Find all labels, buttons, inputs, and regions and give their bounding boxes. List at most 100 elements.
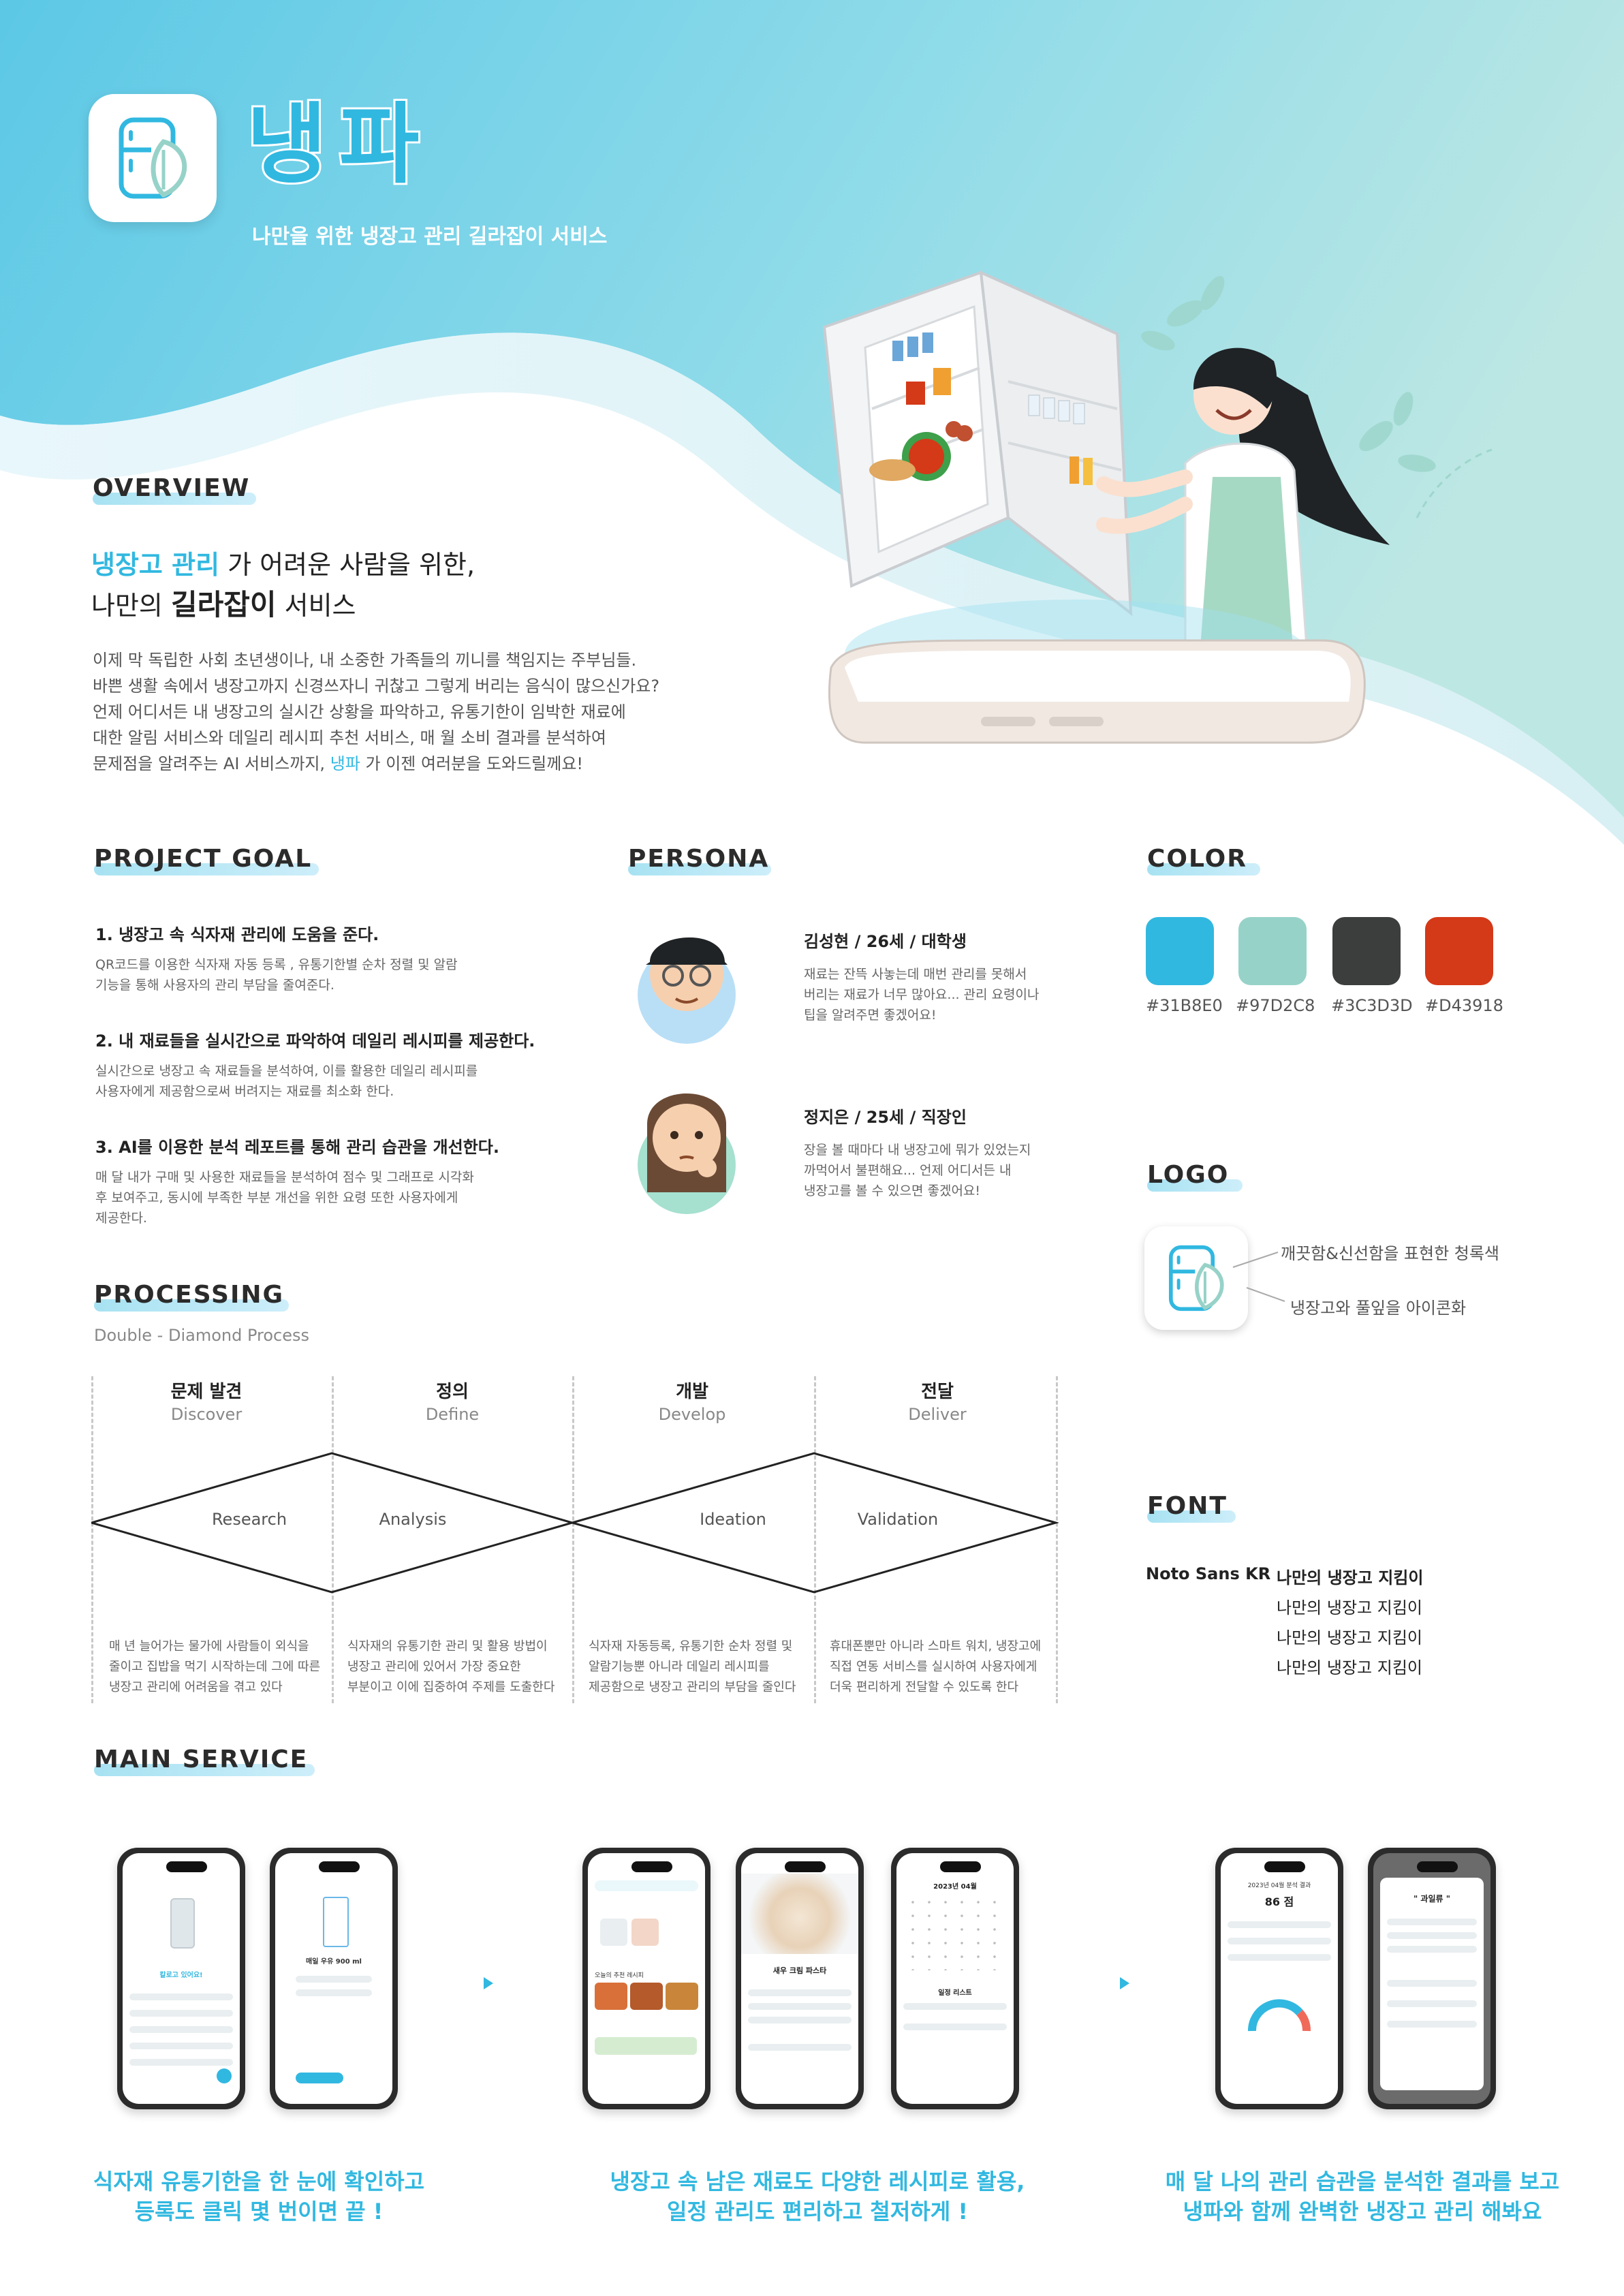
persona-avatar-2 bbox=[632, 1063, 741, 1226]
popup-row bbox=[1387, 1980, 1477, 1987]
play-arrow-icon bbox=[1120, 1977, 1129, 1989]
phone-notch bbox=[319, 1861, 360, 1872]
color-swatch-dark bbox=[1332, 917, 1401, 985]
phone-mockup-calendar: 2023년 04월 일정 리스트 bbox=[891, 1848, 1019, 2109]
caption-line: 매 달 나의 관리 습관을 분석한 결과를 보고 bbox=[1165, 2169, 1560, 2194]
popup-row bbox=[1387, 2000, 1477, 2007]
headline2-prefix: 나만의 bbox=[91, 591, 171, 621]
section-label: 오늘의 추천 레시피 bbox=[595, 1972, 644, 1979]
process-desc-line: 줄이고 집밥을 먹기 시작하는데 그에 따른 bbox=[109, 1660, 321, 1674]
add-fab[interactable] bbox=[217, 2068, 232, 2083]
diamond-label-research: Research bbox=[211, 1510, 287, 1529]
diamond-label-ideation: Ideation bbox=[700, 1510, 766, 1529]
overview-body-line: 이제 막 독립한 사회 초년생이나, 내 소중한 가족들의 끼니를 책임지는 주… bbox=[93, 651, 637, 670]
recipe-row bbox=[748, 2044, 852, 2051]
logo-title-text: LOGO bbox=[1147, 1161, 1230, 1189]
schedule-row bbox=[903, 2003, 1007, 2010]
popup-title: " 과일류 " bbox=[1414, 1894, 1450, 1904]
home-header-bar bbox=[595, 1880, 698, 1891]
service-caption: 식자재 유통기한을 한 눈에 확인하고 등록도 클릭 몇 번이면 끝 ! bbox=[82, 2167, 436, 2227]
phone-mockup-recipe: 새우 크림 파스타 bbox=[736, 1848, 864, 2109]
persona-line: 냉장고를 볼 수 있으면 좋겠어요! bbox=[804, 1183, 981, 1198]
process-description: 매 년 늘어가는 물가에 사람들이 외식을 줄이고 집밥을 먹기 시작하는데 그… bbox=[109, 1636, 327, 1698]
avatar-female-icon bbox=[638, 1093, 736, 1214]
persona-name: 정지은 / 25세 / 직장인 bbox=[804, 1108, 967, 1127]
caption-line: 식자재 유통기한을 한 눈에 확인하고 bbox=[93, 2169, 425, 2194]
persona-title-text: PERSONA bbox=[628, 845, 770, 873]
detail-row bbox=[296, 1976, 372, 1983]
font-sample-regular: 나만의 냉장고 지킴이 bbox=[1277, 1628, 1422, 1647]
fridge-icon bbox=[170, 1898, 195, 1949]
persona-card: 김성현 / 26세 / 대학생 재료는 잔뜩 사놓는데 매번 관리를 못해서 버… bbox=[804, 928, 1076, 1025]
overview-headline: 냉장고 관리 가 어려운 사람을 위한, bbox=[91, 544, 475, 581]
food-thumb bbox=[631, 1919, 659, 1946]
process-description: 휴대폰뿐만 아니라 스마트 워치, 냉장고에 직접 연동 서비스를 실시하여 사… bbox=[830, 1636, 1048, 1698]
recipe-row bbox=[748, 2003, 852, 2010]
popup-row bbox=[1387, 1932, 1477, 1939]
food-thumb bbox=[600, 1919, 627, 1946]
overview-title: OVERVIEW bbox=[93, 474, 256, 505]
service-caption: 매 달 나의 관리 습관을 분석한 결과를 보고 냉파와 함께 완벽한 냉장고 … bbox=[1158, 2167, 1567, 2227]
headline2-strong: 길라잡이 bbox=[170, 588, 277, 621]
color-swatch-blue bbox=[1146, 917, 1214, 985]
recipe-thumb bbox=[630, 1983, 663, 2010]
register-button[interactable] bbox=[296, 2073, 343, 2083]
persona-avatar-1 bbox=[632, 899, 741, 1056]
process-desc-line: 알람기능뿐 아니라 데일리 레시피를 bbox=[589, 1660, 770, 1674]
stage-title-ko: 전달 bbox=[921, 1382, 954, 1402]
stage-title-ko: 문제 발견 bbox=[170, 1382, 243, 1402]
item-name: 매일 우유 900 ml bbox=[306, 1958, 362, 1966]
persona-line: 재료는 잔뜩 사놓는데 매번 관리를 못해서 bbox=[804, 967, 1027, 982]
phone-mockup-report: 2023년 04월 분석 결과 86 점 bbox=[1215, 1848, 1343, 2109]
headline2-suffix: 서비스 bbox=[276, 591, 356, 621]
phone-notch bbox=[1417, 1861, 1458, 1872]
report-score: 86 점 bbox=[1264, 1895, 1294, 1908]
stage-title-en: Develop bbox=[658, 1405, 726, 1424]
calendar-month: 2023년 04월 bbox=[933, 1883, 977, 1891]
persona-card: 정지은 / 25세 / 직장인 장을 볼 때마다 내 냉장고에 뭐가 있었는지 … bbox=[804, 1104, 1076, 1201]
color-title: COLOR bbox=[1147, 845, 1260, 875]
stage-title-en: Define bbox=[425, 1405, 480, 1424]
popup-card: " 과일류 " bbox=[1380, 1878, 1484, 2090]
color-hex-label: #D43918 bbox=[1425, 996, 1503, 1015]
color-title-text: COLOR bbox=[1147, 845, 1248, 873]
list-row bbox=[129, 2010, 233, 2017]
process-desc-line: 부분이고 이에 집중하여 주제를 도출한다 bbox=[347, 1680, 555, 1694]
overview-body-line: 바쁜 생활 속에서 냉장고까지 신경쓰자니 귀찮고 그렇게 버리는 음식이 많으… bbox=[93, 677, 660, 696]
process-desc-line: 휴대폰뿐만 아니라 스마트 워치, 냉장고에 bbox=[830, 1639, 1042, 1654]
veg-thumb bbox=[595, 2037, 697, 2055]
headline-accent: 냉장고 관리 bbox=[91, 550, 220, 580]
brand-name: 냉파 bbox=[245, 92, 432, 198]
list-row bbox=[129, 1994, 233, 2000]
color-hex-label: #3C3D3D bbox=[1331, 996, 1413, 1015]
list-row bbox=[129, 2059, 233, 2066]
schedule-label: 일정 리스트 bbox=[938, 1989, 972, 1997]
caption-line: 냉파와 함께 완벽한 냉장고 관리 해봐요 bbox=[1183, 2199, 1542, 2224]
recipe-thumb bbox=[666, 1983, 698, 2010]
gauge-chart bbox=[1247, 1999, 1311, 2032]
overview-title-text: OVERVIEW bbox=[93, 474, 251, 502]
process-desc-line: 식자재의 유통기한 관리 및 활용 방법이 bbox=[347, 1639, 548, 1654]
color-swatch-red bbox=[1425, 917, 1493, 985]
fridge-leaf-icon bbox=[119, 117, 187, 199]
list-row bbox=[129, 2043, 233, 2049]
process-desc-line: 제공함으로 냉장고 관리의 부담을 줄인다 bbox=[589, 1680, 796, 1694]
headline-rest: 가 어려운 사람을 위한, bbox=[219, 550, 475, 580]
persona-line: 장을 볼 때마다 내 냉장고에 뭐가 있었는지 bbox=[804, 1143, 1031, 1158]
overview-body-line: 문제점을 알려주는 AI 서비스까지, 냉파 가 이젠 여러분을 도와드릴께요! bbox=[93, 751, 706, 777]
process-desc-line: 더욱 편리하게 전달할 수 있도록 한다 bbox=[830, 1680, 1019, 1694]
recipe-photo bbox=[741, 1874, 858, 1954]
phone-notch bbox=[940, 1861, 981, 1872]
goal-heading: 3. AI를 이용한 분석 레포트를 통해 관리 습관을 개선한다. bbox=[95, 1138, 499, 1157]
diamond-label-validation: Validation bbox=[857, 1510, 939, 1529]
process-desc-line: 냉장고 관리에 있어서 가장 중요한 bbox=[347, 1660, 521, 1674]
goal-item: 1. 냉장고 속 식자재 관리에 도움을 준다. QR코드를 이용한 식자재 자… bbox=[95, 921, 572, 995]
phone-mockup-category: " 과일류 " bbox=[1368, 1848, 1496, 2109]
font-title-text: FONT bbox=[1147, 1492, 1228, 1520]
font-sample-light: 나만의 냉장고 지킴이 bbox=[1277, 1568, 1424, 1587]
play-arrow-icon bbox=[484, 1977, 493, 1989]
main-service-title-text: MAIN SERVICE bbox=[94, 1746, 309, 1773]
color-hex-label: #97D2C8 bbox=[1236, 996, 1315, 1015]
phone-notch bbox=[631, 1861, 672, 1872]
goal-line: 사용자에게 제공함으로써 버려지는 재료를 최소화 한다. bbox=[95, 1084, 394, 1099]
